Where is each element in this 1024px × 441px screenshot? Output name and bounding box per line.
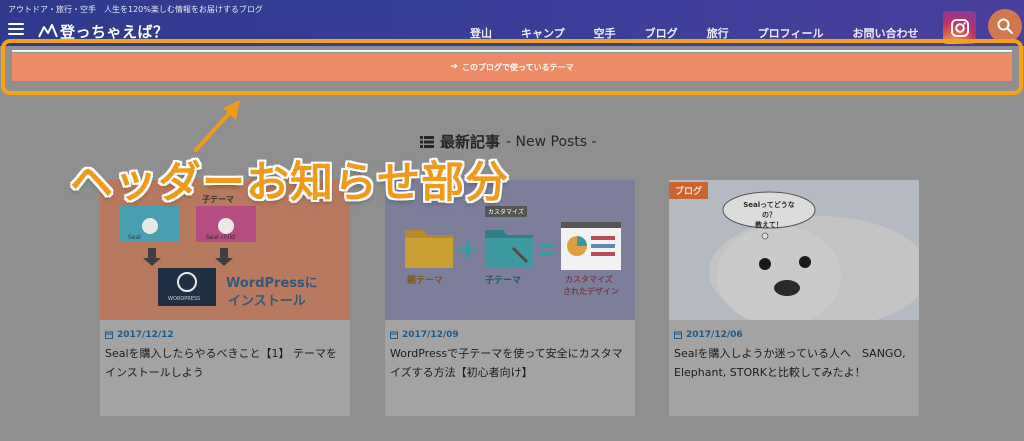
calendar-icon	[390, 331, 398, 339]
post-date: 2017/12/06	[674, 330, 743, 340]
seal-label: Seal	[128, 234, 141, 241]
annotation-label: ヘッダーお知らせ部分	[70, 158, 510, 208]
thumbnail-headline-1: WordPressに	[226, 276, 318, 291]
post-card-1[interactable]: 子テーマ Seal Seal child WORDPRESS WordPress…	[100, 180, 350, 416]
list-icon	[420, 135, 434, 148]
child-theme-label: 子テーマ	[485, 276, 522, 286]
instagram-icon	[950, 18, 969, 37]
annotation-arrow-icon	[194, 100, 240, 152]
thumbnail-headline-2: インストール	[228, 294, 306, 309]
calendar-icon	[105, 331, 113, 339]
post-date-text: 2017/12/12	[117, 330, 174, 340]
mountain-icon	[38, 24, 58, 38]
category-label[interactable]: ブログ	[669, 182, 709, 199]
section-title-en: - New Posts -	[506, 133, 597, 150]
calendar-icon	[674, 331, 682, 339]
post-title[interactable]: Sealを購入しようか迷っている人へ SANGO, Elephant, STOR…	[674, 344, 916, 382]
speech-bubble-text: Sealってどうなの？ 教えて！	[743, 201, 795, 229]
post-thumbnail-3[interactable]: ブログ Sealってどうなの？ 教えて！	[669, 180, 919, 320]
customized-label-2: されたデザイン	[563, 287, 619, 296]
notice-highlight-frame	[1, 39, 1023, 95]
search-icon	[997, 18, 1014, 35]
site-tagline: アウトドア・旅行・空手 人生を120%楽しむ情報をお届けするブログ	[8, 5, 263, 14]
post-title[interactable]: Sealを購入したらやるべきこと【1】 テーマをインストールしよう	[105, 344, 347, 382]
post-date-text: 2017/12/09	[402, 330, 459, 340]
customized-label-1: カスタマイズ	[565, 275, 613, 284]
post-title[interactable]: WordPressで子テーマを使って安全にカスタマイズする方法【初心者向け】	[390, 344, 632, 382]
wordpress-logo-label: WORDPRESS	[168, 296, 201, 302]
post-date: 2017/12/12	[105, 330, 174, 340]
parent-theme-label: 親テーマ	[407, 276, 444, 286]
category-label-text: ブログ	[675, 187, 703, 197]
post-date-text: 2017/12/06	[686, 330, 743, 340]
post-date: 2017/12/09	[390, 330, 459, 340]
post-card-3[interactable]: ブログ Sealってどうなの？ 教えて！ 2017/12/06 Sealを購入し…	[669, 180, 919, 416]
seal-child-label: Seal child	[206, 234, 235, 241]
search-button[interactable]	[988, 9, 1022, 43]
menu-icon[interactable]	[8, 23, 24, 35]
post-card-2[interactable]: カスタマイズ 親テーマ 子テーマ カスタマイズ されたデザイン 2017/12/…	[385, 180, 635, 416]
